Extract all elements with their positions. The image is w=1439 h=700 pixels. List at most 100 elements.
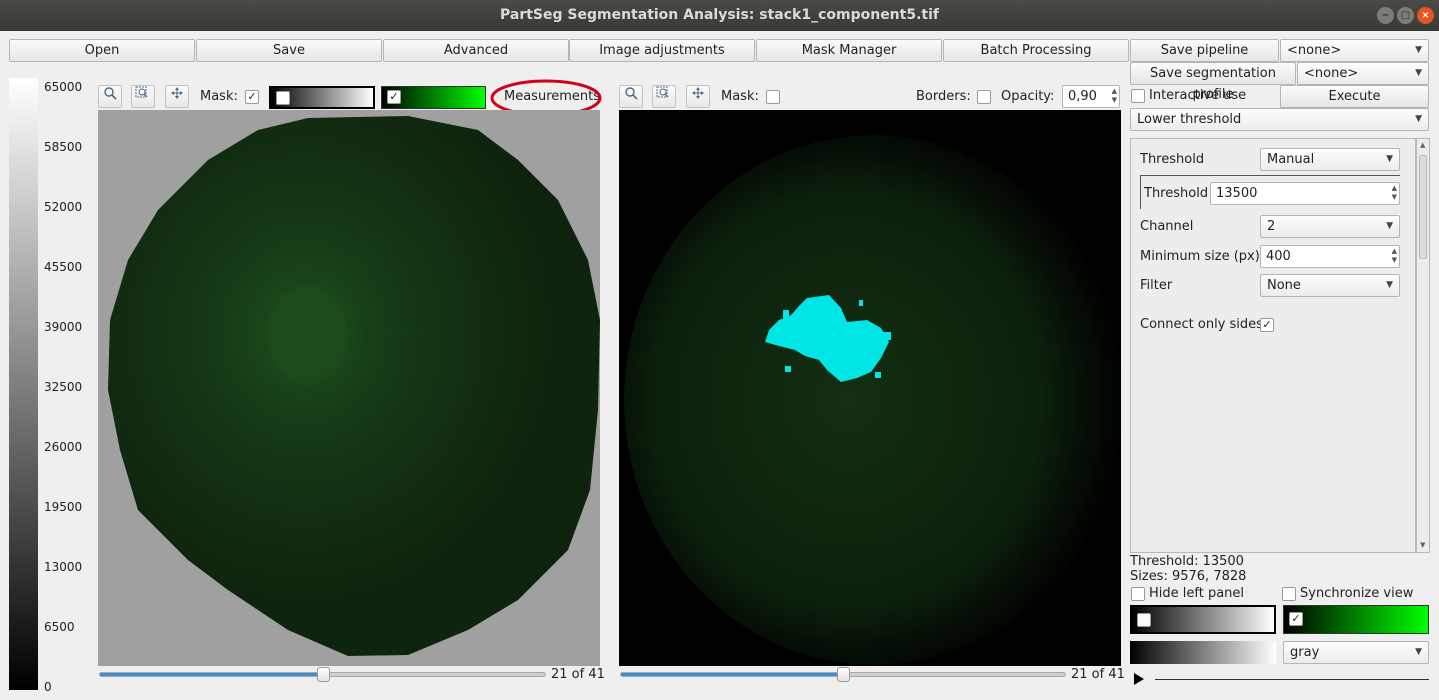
opacity-value: 0,90 bbox=[1068, 89, 1097, 104]
colorbar-tick: 0 bbox=[44, 680, 52, 694]
colorbar-tick: 6500 bbox=[44, 620, 75, 634]
pipeline-select[interactable]: <none> ▼ bbox=[1280, 39, 1429, 62]
chevron-down-icon: ▼ bbox=[1415, 45, 1422, 55]
left-slice-slider[interactable] bbox=[99, 667, 546, 682]
open-button[interactable]: Open bbox=[9, 39, 195, 62]
image-adjustments-button[interactable]: Image adjustments bbox=[569, 39, 755, 62]
chevron-down-icon: ▼ bbox=[1386, 280, 1393, 290]
right-mask-label: Mask: bbox=[721, 89, 759, 104]
interactive-use-checkbox[interactable] bbox=[1131, 89, 1145, 103]
threshold-mode-select[interactable]: Manual ▼ bbox=[1260, 148, 1400, 171]
batch-processing-button[interactable]: Batch Processing bbox=[943, 39, 1129, 62]
colorbar-tick: 45500 bbox=[44, 260, 83, 274]
interactive-use-label: Interactive use bbox=[1149, 88, 1247, 103]
spin-arrows-icon[interactable]: ▲ ▼ bbox=[1392, 184, 1397, 202]
filter-value: None bbox=[1267, 278, 1301, 293]
channel-value: 2 bbox=[1267, 219, 1276, 234]
filter-label: Filter bbox=[1140, 278, 1173, 293]
window-title: PartSeg Segmentation Analysis: stack1_co… bbox=[500, 7, 939, 23]
save-button[interactable]: Save bbox=[196, 39, 382, 62]
colorbar-tick: 52000 bbox=[44, 200, 83, 214]
move-icon[interactable] bbox=[165, 85, 189, 108]
left-slider-fill bbox=[100, 673, 323, 676]
close-icon[interactable]: × bbox=[1417, 7, 1434, 24]
hide-left-panel-checkbox[interactable] bbox=[1131, 587, 1145, 601]
threshold-label: Threshold bbox=[1144, 186, 1209, 201]
channel2-colormap[interactable]: ✓ bbox=[1283, 605, 1429, 634]
move-icon[interactable] bbox=[686, 85, 710, 108]
left-mask-checkbox[interactable]: ✓ bbox=[245, 90, 259, 104]
min-size-spinbox[interactable]: 400 ▲ ▼ bbox=[1260, 245, 1400, 268]
filter-select[interactable]: None ▼ bbox=[1260, 274, 1400, 297]
minimize-icon[interactable]: − bbox=[1377, 7, 1394, 24]
channel2-checkbox[interactable]: ✓ bbox=[1289, 612, 1303, 626]
scroll-up-icon[interactable]: ▲ bbox=[1420, 141, 1425, 149]
zoom-box-icon[interactable] bbox=[131, 85, 155, 108]
opacity-spinbox[interactable]: 0,90 ▲ ▼ bbox=[1062, 85, 1120, 108]
colorbar-tick: 19500 bbox=[44, 500, 83, 514]
advanced-button[interactable]: Advanced bbox=[383, 39, 569, 62]
execute-button[interactable]: Execute bbox=[1280, 85, 1429, 108]
chevron-down-icon: ▼ bbox=[1386, 221, 1393, 231]
maximize-icon[interactable]: □ bbox=[1397, 7, 1414, 24]
time-slider[interactable] bbox=[1155, 679, 1429, 680]
chevron-down-icon: ▼ bbox=[1415, 68, 1422, 78]
threshold-info: Threshold: 13500 bbox=[1130, 554, 1244, 569]
segmentation-image bbox=[624, 135, 1121, 665]
colorbar-tick: 32500 bbox=[44, 380, 83, 394]
save-pipeline-button[interactable]: Save pipeline bbox=[1130, 39, 1279, 62]
profile-select[interactable]: <none> ▼ bbox=[1297, 62, 1429, 85]
spin-arrows-icon[interactable]: ▲ ▼ bbox=[1392, 247, 1397, 265]
colormap-preview bbox=[1130, 641, 1276, 664]
colorbar-tick: 58500 bbox=[44, 140, 83, 154]
algorithm-select[interactable]: Lower threshold ▼ bbox=[1130, 108, 1429, 131]
threshold-spinbox[interactable]: 13500 ▲ ▼ bbox=[1210, 182, 1400, 205]
left-channel1-checkbox[interactable] bbox=[276, 91, 290, 105]
colormap-select-value: gray bbox=[1290, 645, 1320, 660]
left-image-view[interactable] bbox=[98, 110, 600, 666]
settings-scrollbar[interactable]: ▲ ▼ bbox=[1416, 138, 1430, 553]
left-channel1-colormap[interactable] bbox=[269, 86, 375, 109]
scroll-down-icon[interactable]: ▼ bbox=[1420, 541, 1425, 549]
play-icon[interactable] bbox=[1134, 673, 1144, 685]
mask-manager-button[interactable]: Mask Manager bbox=[756, 39, 942, 62]
synchronize-view-label: Synchronize view bbox=[1300, 586, 1414, 601]
colorbar-tick: 26000 bbox=[44, 440, 83, 454]
zoom-box-icon[interactable] bbox=[652, 85, 676, 108]
channel-select[interactable]: 2 ▼ bbox=[1260, 215, 1400, 238]
min-size-label: Minimum size (px) bbox=[1140, 249, 1260, 264]
left-channel2-colormap[interactable]: ✓ bbox=[381, 86, 486, 109]
right-image-view[interactable] bbox=[619, 110, 1121, 666]
colorbar-tick: 13000 bbox=[44, 560, 83, 574]
left-slice-label: 21 of 41 bbox=[551, 667, 605, 682]
window-titlebar: PartSeg Segmentation Analysis: stack1_co… bbox=[0, 0, 1439, 31]
zoom-icon[interactable] bbox=[98, 85, 122, 108]
right-slice-label: 21 of 41 bbox=[1071, 667, 1125, 682]
chevron-down-icon: ▼ bbox=[1415, 647, 1422, 657]
colormap-select[interactable]: gray ▼ bbox=[1283, 641, 1429, 664]
connect-only-sides-checkbox[interactable]: ✓ bbox=[1260, 318, 1274, 332]
zoom-icon[interactable] bbox=[619, 85, 643, 108]
left-mask-label: Mask: bbox=[200, 89, 238, 104]
borders-label: Borders: bbox=[916, 89, 971, 104]
channel-label: Channel bbox=[1140, 219, 1194, 234]
synchronize-view-checkbox[interactable] bbox=[1282, 587, 1296, 601]
borders-checkbox[interactable] bbox=[977, 90, 991, 104]
save-segmentation-profile-button[interactable]: Save segmentation profile bbox=[1130, 62, 1296, 102]
algorithm-select-value: Lower threshold bbox=[1137, 112, 1242, 127]
right-slider-handle[interactable] bbox=[837, 667, 850, 682]
left-slider-handle[interactable] bbox=[316, 667, 330, 682]
channel1-colormap[interactable] bbox=[1130, 605, 1276, 634]
connect-only-sides-label: Connect only sides bbox=[1140, 317, 1263, 332]
scrollbar-thumb[interactable] bbox=[1419, 155, 1427, 259]
channel1-checkbox[interactable] bbox=[1137, 613, 1151, 627]
spin-arrows-icon[interactable]: ▲ ▼ bbox=[1112, 87, 1117, 105]
opacity-label: Opacity: bbox=[1001, 89, 1055, 104]
colorbar-tick: 65000 bbox=[44, 80, 83, 94]
chevron-down-icon: ▼ bbox=[1415, 114, 1422, 124]
chevron-down-icon: ▼ bbox=[1386, 154, 1393, 164]
right-slice-slider[interactable] bbox=[620, 667, 1066, 682]
pipeline-select-value: <none> bbox=[1287, 43, 1342, 58]
left-channel2-checkbox[interactable]: ✓ bbox=[387, 90, 401, 104]
right-mask-checkbox[interactable] bbox=[766, 90, 780, 104]
